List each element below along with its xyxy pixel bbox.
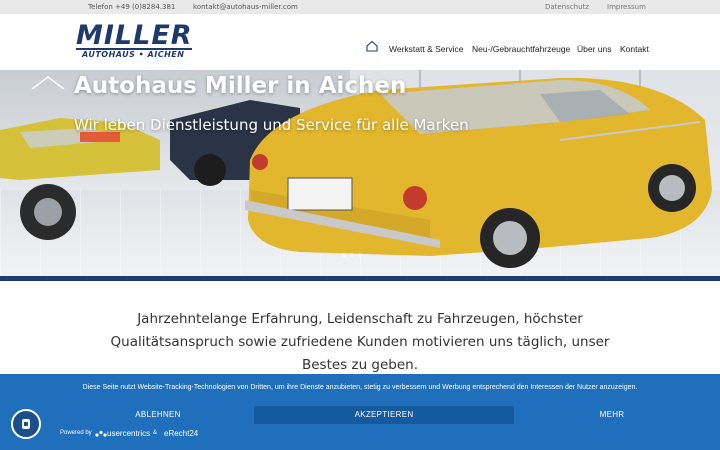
ampersand: & [153, 430, 158, 436]
accept-button[interactable]: AKZEPTIEREN [254, 406, 514, 424]
email-link[interactable]: kontakt@autohaus-miller.com [193, 3, 298, 11]
slider-dot[interactable] [358, 253, 362, 257]
datenschutz-link[interactable]: Datenschutz [545, 3, 589, 11]
home-icon[interactable] [366, 40, 378, 52]
intro-text: Jahrzehntelange Erfahrung, Leidenschaft … [110, 311, 610, 373]
logo-subtitle: AUTOHAUS • AICHEN [82, 50, 185, 59]
usercentrics-logo[interactable]: usercentrics [95, 429, 150, 439]
erecht24-logo[interactable]: eRecht24 [164, 429, 198, 438]
hero-logo-mark [31, 76, 65, 90]
hero-image [0, 70, 720, 268]
cookie-text: Diese Seite nutzt Website-Tracking-Techn… [82, 384, 638, 391]
phone-link[interactable]: Telefon +49 (0)8284.381 [88, 3, 175, 11]
slider-dot[interactable] [350, 253, 354, 257]
top-bar: Telefon +49 (0)8284.381 kontakt@autohaus… [0, 0, 720, 14]
slider-dot[interactable] [342, 253, 346, 257]
slider-dots [342, 253, 370, 259]
usercentrics-label: usercentrics [107, 429, 151, 438]
impressum-link[interactable]: Impressum [607, 3, 646, 11]
nav-kontakt[interactable]: Kontakt [620, 44, 649, 54]
logo-wordmark: MILLER [76, 20, 193, 51]
reject-button[interactable]: ABLEHNEN [100, 406, 216, 424]
hero-slider[interactable]: Autohaus Miller in Aichen Wir leben Dien… [0, 70, 720, 276]
nav-werkstatt-service[interactable]: Werkstatt & Service [389, 44, 463, 54]
fingerprint-icon [22, 419, 30, 429]
hero-bottom-stripe [0, 276, 720, 281]
usercentrics-icon [95, 430, 107, 437]
more-button[interactable]: MEHR [554, 406, 670, 424]
logo[interactable]: MILLER AUTOHAUS • AICHEN [76, 22, 192, 62]
page: Telefon +49 (0)8284.381 kontakt@autohaus… [0, 0, 720, 450]
nav-fahrzeuge[interactable]: Neu-/Gebrauchtfahrzeuge [472, 44, 570, 54]
hero-title: Autohaus Miller in Aichen [74, 73, 407, 99]
header: MILLER AUTOHAUS • AICHEN Werkstatt & Ser… [0, 14, 720, 70]
hero-subtitle: Wir leben Dienstleistung und Service für… [74, 116, 469, 134]
powered-by-label: Powered by [60, 430, 92, 436]
cookie-banner: Diese Seite nutzt Website-Tracking-Techn… [0, 374, 720, 450]
nav-ueber-uns[interactable]: Über uns [577, 44, 612, 54]
privacy-settings-button[interactable] [11, 409, 41, 439]
